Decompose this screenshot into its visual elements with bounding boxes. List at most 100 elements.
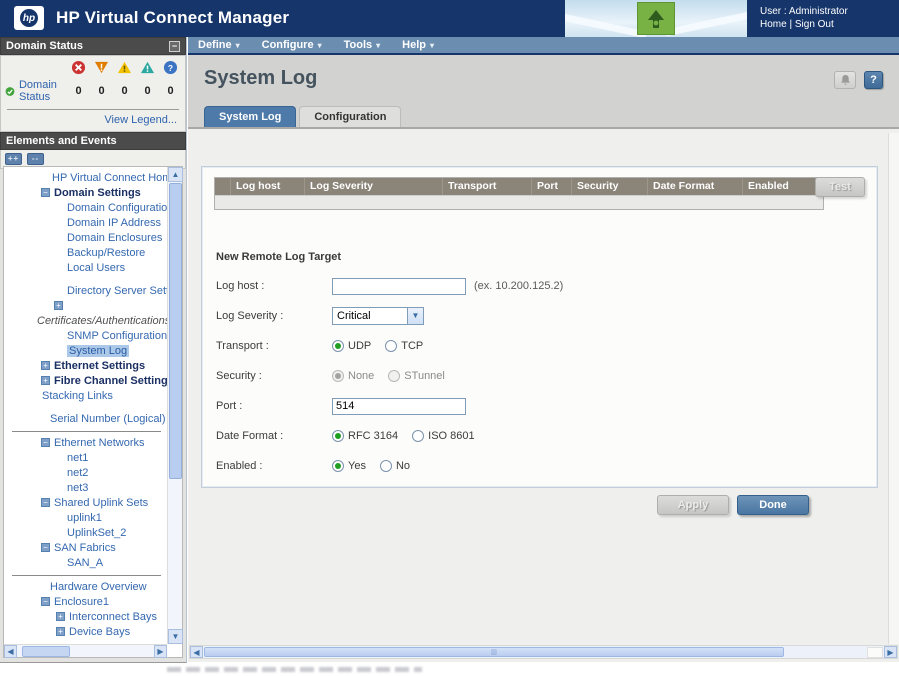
collapse-box-icon[interactable]: − <box>41 597 50 606</box>
transport-udp-label: UDP <box>348 340 371 352</box>
chevron-down-icon[interactable]: ▼ <box>407 308 423 324</box>
sidebar-item-domain-ip-address[interactable]: Domain IP Address <box>4 216 167 231</box>
sidebar-item-domain-configuration[interactable]: Domain Configuration <box>4 201 167 216</box>
scroll-left-icon[interactable]: ◀ <box>4 645 17 658</box>
log-host-input[interactable] <box>332 278 466 295</box>
sidebar-item-net3[interactable]: net3 <box>4 481 167 496</box>
scroll-right-icon[interactable]: ▶ <box>884 646 897 658</box>
expand-box-icon[interactable]: + <box>41 361 50 370</box>
sidebar-item-fibre-channel-settings[interactable]: +Fibre Channel Settings <box>4 374 167 389</box>
scroll-down-icon[interactable]: ▼ <box>168 629 183 644</box>
sidebar-item-net1[interactable]: net1 <box>4 451 167 466</box>
sidebar-item-system-log[interactable]: System Log <box>4 344 167 359</box>
unknown-count: 0 <box>159 85 182 97</box>
collapse-all-button[interactable]: -- <box>27 153 44 165</box>
tree-horizontal-scrollbar[interactable]: ◀ ▶ <box>4 644 167 657</box>
test-button[interactable]: Test <box>815 177 865 197</box>
page-title: System Log <box>204 67 317 90</box>
menu-configure[interactable]: Configure <box>262 39 322 51</box>
sidebar-item-certificates-authentications[interactable]: Certificates/Authentications <box>4 314 167 329</box>
scroll-left-icon[interactable]: ◀ <box>190 646 203 658</box>
sidebar-item-enclosure1[interactable]: −Enclosure1 <box>4 595 167 610</box>
scrollbar-thumb[interactable] <box>22 646 70 657</box>
elements-events-panel-header: Elements and Events <box>0 132 186 150</box>
expand-box-icon[interactable]: + <box>56 627 65 636</box>
app-title: HP Virtual Connect Manager <box>56 8 289 28</box>
col-enabled: Enabled <box>743 178 823 195</box>
enabled-yes-radio[interactable] <box>332 460 344 472</box>
expand-all-button[interactable]: ++ <box>5 153 22 165</box>
security-stunnel-label: STunnel <box>404 370 445 382</box>
sidebar-item-hardware-overview[interactable]: Hardware Overview <box>4 580 167 595</box>
sidebar-item-stacking-links[interactable]: Stacking Links <box>4 389 167 404</box>
menu-define[interactable]: Define <box>198 39 240 51</box>
tree-vertical-scrollbar[interactable]: ▲ ▼ <box>167 167 182 644</box>
tab-system-log[interactable]: System Log <box>204 106 296 127</box>
scrollbar-thumb[interactable] <box>204 647 784 657</box>
sidebar-item-san-fabrics[interactable]: −SAN Fabrics <box>4 541 167 556</box>
select-column-header <box>215 178 231 195</box>
view-legend-link[interactable]: View Legend... <box>5 114 181 129</box>
port-input[interactable] <box>332 398 466 415</box>
sidebar-item-hp-virtual-connect-home[interactable]: HP Virtual Connect Home <box>4 171 167 186</box>
sidebar-item-interconnect-bays[interactable]: +Interconnect Bays <box>4 610 167 625</box>
collapse-box-icon[interactable]: − <box>41 438 50 447</box>
collapse-box-icon[interactable]: − <box>41 498 50 507</box>
collapse-box-icon[interactable]: − <box>41 543 50 552</box>
sidebar-item-ethernet-networks[interactable]: −Ethernet Networks <box>4 436 167 451</box>
enabled-yes-label: Yes <box>348 460 366 472</box>
log-severity-select[interactable]: Critical ▼ <box>332 307 424 325</box>
transport-tcp-radio[interactable] <box>385 340 397 352</box>
sidebar-item-local-users[interactable]: Local Users <box>4 261 167 276</box>
collapse-panel-icon[interactable]: − <box>169 41 180 52</box>
sidebar-item-domain-enclosures[interactable]: Domain Enclosures <box>4 231 167 246</box>
hp-logo-icon: hp <box>20 9 38 27</box>
sidebar-item-net2[interactable]: net2 <box>4 466 167 481</box>
tab-bar: System Log Configuration <box>188 102 899 129</box>
sidebar-item-serial-number-logical-set[interactable]: Serial Number (Logical) Set <box>4 412 167 427</box>
col-transport: Transport <box>443 178 532 195</box>
collapse-box-icon[interactable]: − <box>41 188 50 197</box>
col-log-host: Log host <box>231 178 305 195</box>
port-label: Port : <box>216 400 332 412</box>
sidebar-item-ethernet-settings[interactable]: +Ethernet Settings <box>4 359 167 374</box>
help-icon[interactable] <box>864 71 883 89</box>
sidebar-item-uplinkset-2[interactable]: UplinkSet_2 <box>4 526 167 541</box>
sidebar-expand-box[interactable]: + <box>4 299 167 314</box>
expand-box-icon[interactable]: + <box>56 612 65 621</box>
main-vertical-scrollbar[interactable] <box>888 133 899 644</box>
bell-icon[interactable] <box>834 71 856 89</box>
sidebar-item-shared-uplink-sets[interactable]: −Shared Uplink Sets <box>4 496 167 511</box>
done-button[interactable]: Done <box>737 495 809 515</box>
signout-link[interactable]: Sign Out <box>795 19 834 30</box>
scroll-right-icon[interactable]: ▶ <box>154 645 167 658</box>
sidebar-item-directory-server-settings[interactable]: Directory Server Setting <box>4 284 167 299</box>
menu-help[interactable]: Help <box>402 39 434 51</box>
date-format-row: Date Format : RFC 3164 ISO 8601 <box>216 421 867 451</box>
elements-events-title: Elements and Events <box>6 135 117 147</box>
sidebar-item-domain-settings[interactable]: −Domain Settings <box>4 186 167 201</box>
expand-box-icon[interactable]: + <box>54 301 63 310</box>
sidebar-item-snmp-configuration[interactable]: SNMP Configuration <box>4 329 167 344</box>
transport-udp-radio[interactable] <box>332 340 344 352</box>
enabled-no-radio[interactable] <box>380 460 392 472</box>
menu-tools[interactable]: Tools <box>344 39 381 51</box>
main-horizontal-scrollbar[interactable]: ◀ ▶ <box>189 645 898 659</box>
scrollbar-thumb[interactable] <box>169 183 182 479</box>
date-format-iso8601-radio[interactable] <box>412 430 424 442</box>
home-link[interactable]: Home <box>760 19 787 30</box>
apply-button[interactable]: Apply <box>657 495 729 515</box>
scroll-up-icon[interactable]: ▲ <box>168 167 183 182</box>
user-label: User : Administrator <box>760 5 848 18</box>
col-security: Security <box>572 178 648 195</box>
domain-status-link[interactable]: Domain Status <box>19 79 67 103</box>
expand-box-icon[interactable]: + <box>41 376 50 385</box>
blurred-footer-artifact <box>167 667 422 672</box>
sidebar-item-san-a[interactable]: SAN_A <box>4 556 167 571</box>
tab-configuration[interactable]: Configuration <box>299 106 401 127</box>
date-format-rfc3164-radio[interactable] <box>332 430 344 442</box>
sidebar-item-uplink1[interactable]: uplink1 <box>4 511 167 526</box>
port-row: Port : <box>216 391 867 421</box>
sidebar-item-backup-restore[interactable]: Backup/Restore <box>4 246 167 261</box>
sidebar-item-device-bays[interactable]: +Device Bays <box>4 625 167 640</box>
